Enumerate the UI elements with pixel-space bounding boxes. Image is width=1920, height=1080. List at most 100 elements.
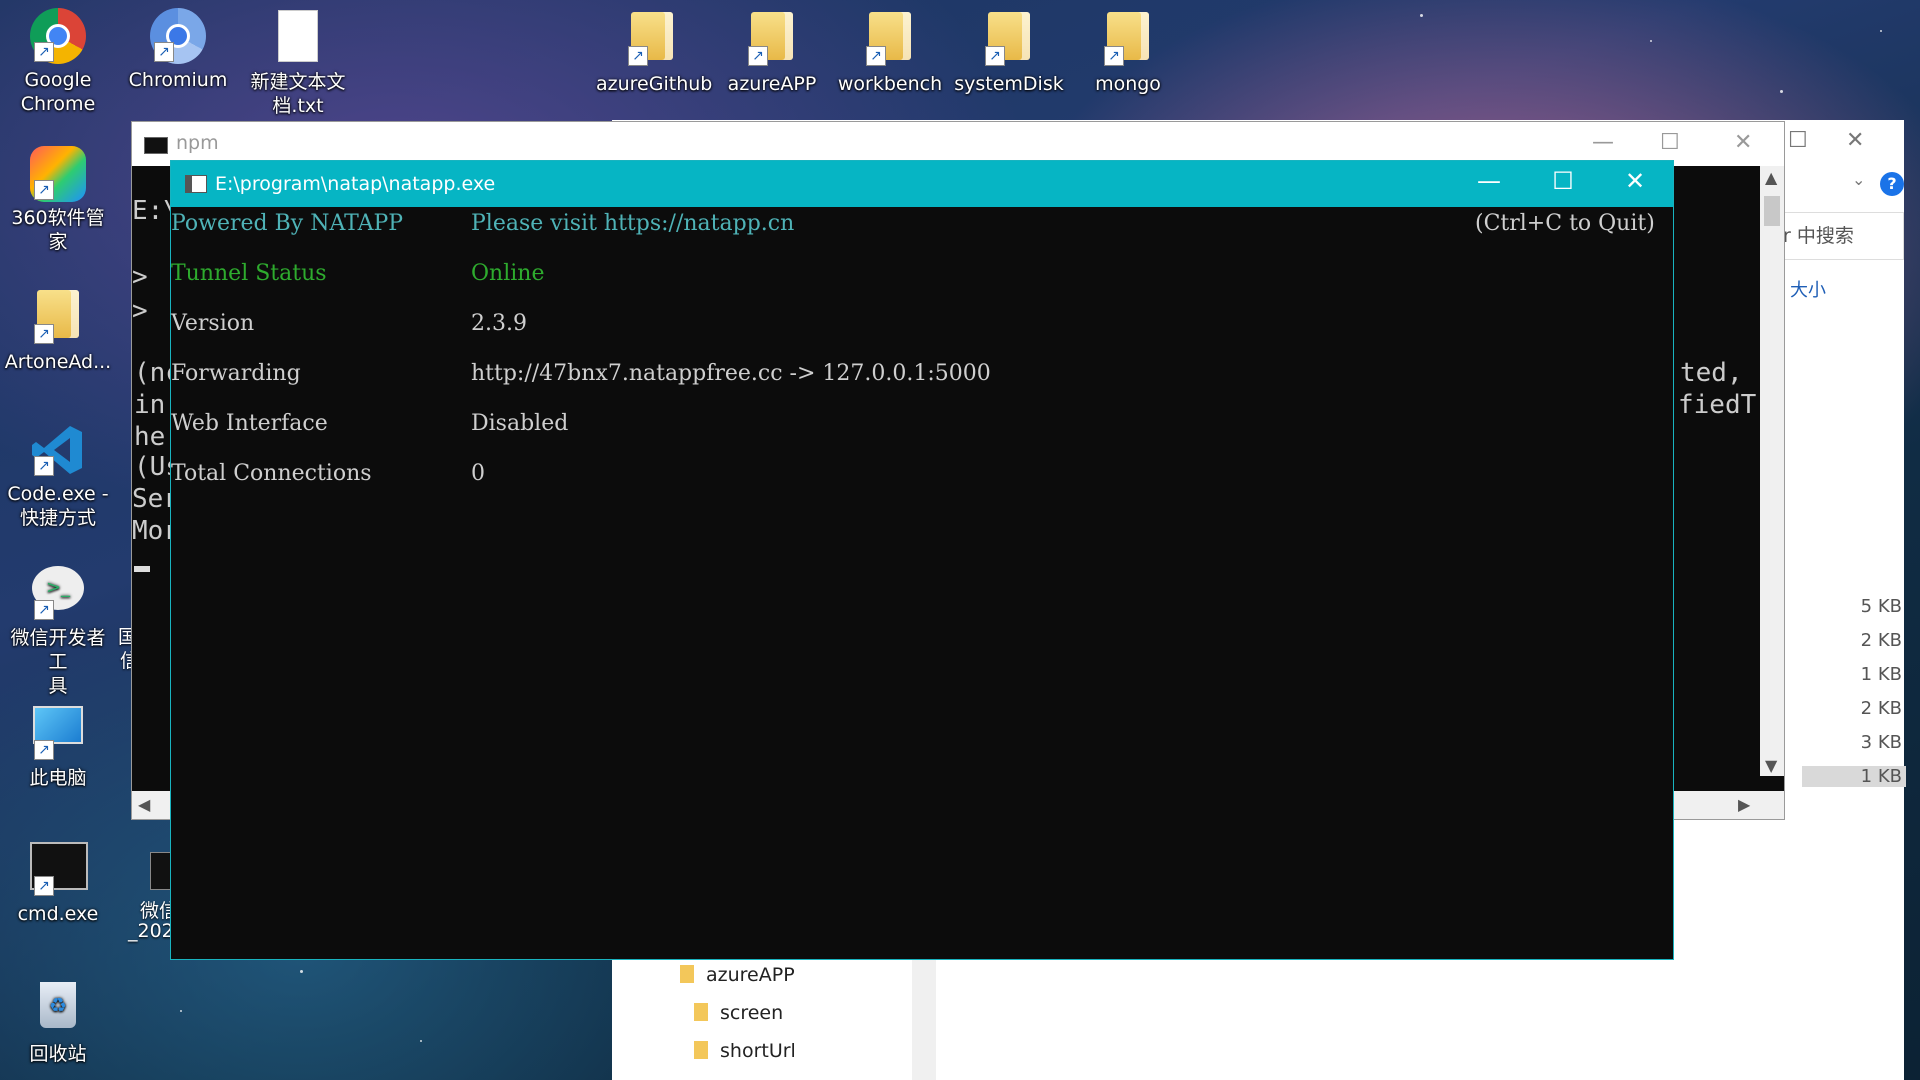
desktop-icon-360[interactable]: ↗ 360软件管家 [2,146,114,254]
header-powered-by: Powered By NATAPP [171,211,404,236]
folder-icon: ↗ [1100,12,1156,68]
console-text: he [134,422,166,452]
help-icon[interactable]: ? [1880,172,1904,196]
shortcut-arrow-icon: ↗ [985,46,1005,66]
folder-icon: ↗ [862,12,918,68]
file-size: 2 KB [1860,698,1902,719]
shortcut-arrow-icon: ↗ [154,42,174,62]
cmd-icon: ↗ [30,842,88,898]
vertical-scrollbar[interactable]: ▲ ▼ [1760,166,1784,776]
tree-item-shorturl[interactable]: shortUrl [694,1040,796,1062]
desktop-icon-wechat-devtools[interactable]: >_ ↗ 微信开发者工 具 [2,562,114,698]
folder-icon [680,965,694,983]
minimize-icon[interactable]: — [1592,130,1614,155]
text-file-icon [270,10,326,66]
folder-tree: azureAPP screen shortUrl [612,960,912,1080]
desktop-icon-artonead[interactable]: ↗ ArtoneAd... [2,286,114,374]
text-cursor [134,566,150,572]
row-value-version: 2.3.9 [471,311,527,336]
vscode-icon: ↗ [30,422,86,478]
chrome-icon: ↗ [30,8,86,64]
scroll-up-icon[interactable]: ▲ [1765,168,1777,187]
desktop-icon-mongo[interactable]: ↗ mongo [1072,8,1184,96]
row-value-tunnel-status: Online [471,261,545,286]
row-value-forwarding: http://47bnx7.natappfree.cc -> 127.0.0.1… [471,361,991,386]
tree-item-azureapp[interactable]: azureAPP [680,964,795,986]
prompt-chevron-icon: > [132,262,148,292]
desktop-icon-azuregithub[interactable]: ↗ azureGithub [596,8,712,96]
natapp-titlebar[interactable]: E:\program\natap\natapp.exe — ☐ ✕ [171,161,1673,207]
file-size: 1 KB [1860,664,1902,685]
folder-icon: ↗ [981,12,1037,68]
scroll-right-icon[interactable]: ▶ [1738,795,1750,814]
row-value-total-connections: 0 [471,461,485,486]
row-label-version: Version [171,311,255,336]
console-icon [144,137,168,154]
window-title: npm [176,132,219,154]
scrollbar-thumb[interactable] [1764,196,1780,226]
file-size: 5 KB [1860,596,1902,617]
desktop-icon-workbench[interactable]: ↗ workbench [834,8,946,96]
tree-item-screen[interactable]: screen [694,1002,783,1024]
shortcut-arrow-icon: ↗ [34,876,54,896]
desktop-icon-chromium[interactable]: ↗ Chromium [122,8,234,92]
console-text: ted, [1680,358,1743,388]
maximize-icon[interactable]: ☐ [1660,130,1680,155]
folder-icon [694,1041,708,1059]
desktop-icon-google-chrome[interactable]: ↗ Google Chrome [2,8,114,116]
shortcut-arrow-icon: ↗ [34,324,54,344]
folder-icon [694,1003,708,1021]
recycle-bin-icon: ♻ [30,982,86,1038]
this-pc-icon: ↗ [30,706,86,762]
window-title: E:\program\natap\natapp.exe [215,173,496,195]
console-icon [185,175,207,193]
close-icon[interactable]: ✕ [1615,167,1655,195]
desktop-icon-systemdisk[interactable]: ↗ systemDisk [953,8,1065,96]
maximize-icon[interactable]: ☐ [1788,128,1808,153]
wechat-devtools-icon: >_ ↗ [30,566,86,622]
desktop-icon-this-pc[interactable]: ↗ 此电脑 [2,700,114,790]
search-input[interactable]: r 中搜索 [1772,212,1904,260]
file-size: 3 KB [1860,732,1902,753]
desktop-icon-recycle-bin[interactable]: ♻ 回收站 [2,976,114,1066]
folder-icon: ↗ [624,12,680,68]
shortcut-arrow-icon: ↗ [866,46,886,66]
pane-divider[interactable] [912,960,936,1080]
file-size-selected[interactable]: 1 KB [1802,766,1906,787]
shortcut-arrow-icon: ↗ [34,456,54,476]
desktop-icon-code[interactable]: ↗ Code.exe - 快捷方式 [2,422,114,530]
partial-file-icon [150,852,172,890]
console-text: in [134,390,166,420]
chromium-icon: ↗ [150,8,206,64]
desktop-icon-text-file[interactable]: 新建文本文 档.txt [242,8,354,118]
console-text: fiedT [1678,390,1757,420]
header-visit-url: Please visit https://natapp.cn [471,211,795,236]
shortcut-arrow-icon: ↗ [748,46,768,66]
shortcut-arrow-icon: ↗ [34,600,54,620]
folder-icon: ↗ [30,290,86,346]
row-label-tunnel-status: Tunnel Status [171,261,327,286]
shortcut-arrow-icon: ↗ [34,42,54,62]
desktop-icon-azureapp[interactable]: ↗ azureAPP [716,8,828,96]
prompt-chevron-icon: > [132,296,148,326]
scroll-down-icon[interactable]: ▼ [1765,756,1777,775]
folder-icon: ↗ [744,12,800,68]
scroll-left-icon[interactable]: ◀ [138,795,150,814]
partial-desktop-label: _202 [128,920,174,942]
size-column-header[interactable]: 大小 [1790,276,1826,302]
header-quit-hint: (Ctrl+C to Quit) [1475,211,1655,236]
close-icon[interactable]: ✕ [1734,130,1752,155]
360-software-manager-icon: ↗ [30,146,86,202]
maximize-icon[interactable]: ☐ [1543,167,1583,195]
row-label-total-connections: Total Connections [171,461,372,486]
chevron-down-icon[interactable]: ⌄ [1852,170,1865,189]
desktop-icon-cmd[interactable]: ↗ cmd.exe [2,838,114,926]
natapp-console-window[interactable]: E:\program\natap\natapp.exe — ☐ ✕ Powere… [170,160,1674,960]
row-label-forwarding: Forwarding [171,361,301,386]
shortcut-arrow-icon: ↗ [628,46,648,66]
shortcut-arrow-icon: ↗ [34,180,54,200]
row-label-web-interface: Web Interface [171,411,328,436]
minimize-icon[interactable]: — [1469,167,1509,195]
close-icon[interactable]: ✕ [1846,128,1864,153]
shortcut-arrow-icon: ↗ [1104,46,1124,66]
